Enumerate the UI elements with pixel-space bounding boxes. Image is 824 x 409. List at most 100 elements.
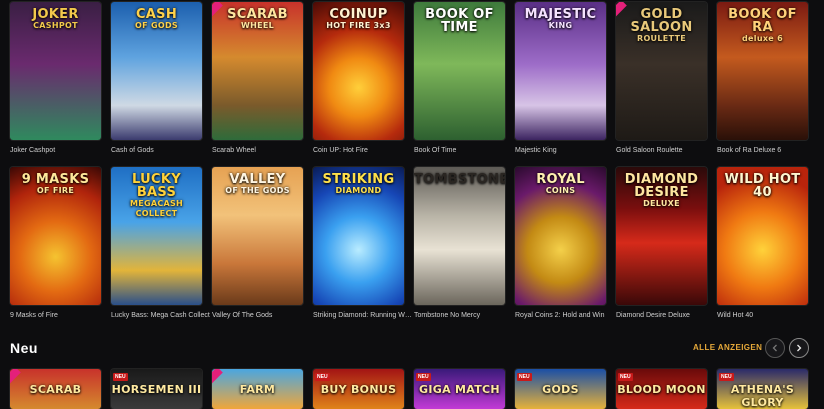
game-tile[interactable]: MAJESTIC KING Majestic King <box>515 2 606 155</box>
game-tile[interactable]: WILD HOT 40 Wild Hot 40 <box>717 167 808 320</box>
new-game-tile[interactable]: FARM <box>212 369 303 409</box>
game-logo-title: BOOK OF RA <box>728 7 797 35</box>
game-title[interactable]: Cash of Gods <box>111 146 211 155</box>
game-logo-title: GODS <box>542 383 579 396</box>
game-title[interactable]: Lucky Bass: Mega Cash Collect <box>111 311 211 320</box>
carousel-next-button[interactable] <box>789 338 809 358</box>
game-logo-subtitle: HOT FIRE 3x3 <box>326 21 391 30</box>
game-title[interactable]: Book of Ra Deluxe 6 <box>717 146 817 155</box>
game-tile[interactable]: BOOK OF TIME Book Of Time <box>414 2 505 155</box>
game-thumbnail[interactable]: BUY BONUS NEU <box>313 369 404 409</box>
game-title[interactable]: Wild Hot 40 <box>717 311 817 320</box>
game-title[interactable]: Majestic King <box>515 146 615 155</box>
game-thumbnail[interactable]: GODS NEU <box>515 369 606 409</box>
game-logo: SCARAB WHEEL <box>212 8 303 31</box>
game-thumbnail[interactable]: WILD HOT 40 <box>717 167 808 305</box>
game-thumbnail[interactable]: SCARAB WHEEL <box>212 2 303 140</box>
game-thumbnail[interactable]: ATHENA'S GLORY NEU <box>717 369 808 409</box>
game-logo: BOOK OF RA deluxe 6 <box>717 8 808 44</box>
game-logo-title: LUCKY BASS <box>132 172 181 200</box>
game-thumbnail[interactable]: BLOOD MOON NEU <box>616 369 707 409</box>
carousel-prev-button[interactable] <box>765 338 785 358</box>
game-logo-title: DIAMOND DESIRE <box>624 172 699 200</box>
game-logo-title: STRIKING <box>322 172 395 187</box>
game-title[interactable]: Book Of Time <box>414 146 514 155</box>
game-tile[interactable]: JOKER CASHPOT Joker Cashpot <box>10 2 101 155</box>
game-tile[interactable]: VALLEY OF THE GODS Valley Of The Gods <box>212 167 303 320</box>
game-logo: MAJESTIC KING <box>515 8 606 31</box>
game-tile[interactable]: GOLD SALOON ROULETTE Gold Saloon Roulette <box>616 2 707 155</box>
game-logo: 9 MASKS OF FIRE <box>10 173 101 196</box>
new-game-tile[interactable]: GODS NEU <box>515 369 606 409</box>
chevron-right-icon <box>797 344 802 352</box>
game-thumbnail[interactable]: GOLD SALOON ROULETTE <box>616 2 707 140</box>
game-thumbnail[interactable]: BOOK OF TIME <box>414 2 505 140</box>
game-thumbnail[interactable]: ROYAL COINS <box>515 167 606 305</box>
game-thumbnail[interactable]: BOOK OF RA deluxe 6 <box>717 2 808 140</box>
game-logo: GODS <box>515 383 606 396</box>
game-title[interactable]: Valley Of The Gods <box>212 311 312 320</box>
new-badge: NEU <box>618 373 633 381</box>
game-logo-subtitle: COINS <box>545 186 576 195</box>
new-badge: NEU <box>315 373 330 381</box>
game-logo-title: 9 MASKS <box>21 172 90 187</box>
game-thumbnail[interactable]: GIGA MATCH NEU <box>414 369 505 409</box>
game-thumbnail[interactable]: STRIKING DIAMOND <box>313 167 404 305</box>
game-logo-title: FARM <box>239 383 276 396</box>
game-tile[interactable]: ROYAL COINS Royal Coins 2: Hold and Win <box>515 167 606 320</box>
game-logo: GOLD SALOON ROULETTE <box>616 8 707 44</box>
new-game-tile[interactable]: ATHENA'S GLORY NEU <box>717 369 808 409</box>
game-tile[interactable]: TOMBSTONE Tombstone No Mercy <box>414 167 505 320</box>
game-tile[interactable]: 9 MASKS OF FIRE 9 Masks of Fire <box>10 167 101 320</box>
game-thumbnail[interactable]: JOKER CASHPOT <box>10 2 101 140</box>
new-game-tile[interactable]: HORSEMEN III NEU <box>111 369 202 409</box>
game-tile[interactable]: LUCKY BASS MEGACASH COLLECT Lucky Bass: Me… <box>111 167 210 320</box>
game-logo-title: BLOOD MOON <box>617 383 706 396</box>
game-thumbnail[interactable]: TOMBSTONE <box>414 167 505 305</box>
game-logo-title: BUY BONUS <box>320 383 397 396</box>
game-tile[interactable]: DIAMOND DESIRE DELUXE Diamond Desire Delux… <box>616 167 707 320</box>
game-tile[interactable]: BOOK OF RA deluxe 6 Book of Ra Deluxe 6 <box>717 2 808 155</box>
game-logo: WILD HOT 40 <box>717 173 808 199</box>
new-game-tile[interactable]: SCARAB <box>10 369 101 409</box>
show-all-link[interactable]: ALLE ANZEIGEN <box>693 343 762 352</box>
game-thumbnail[interactable]: MAJESTIC KING <box>515 2 606 140</box>
new-game-tile[interactable]: GIGA MATCH NEU <box>414 369 505 409</box>
game-logo: BUY BONUS <box>313 383 404 396</box>
game-tile[interactable]: STRIKING DIAMOND Striking Diamond: Running… <box>313 167 413 320</box>
game-logo-title: WILD HOT 40 <box>724 172 801 200</box>
game-logo-title: CASH <box>135 7 178 22</box>
game-thumbnail[interactable]: HORSEMEN III NEU <box>111 369 202 409</box>
game-thumbnail[interactable]: FARM <box>212 369 303 409</box>
game-title[interactable]: Diamond Desire Deluxe <box>616 311 716 320</box>
game-title[interactable]: Striking Diamond: Running Wins <box>313 311 413 320</box>
new-badge: NEU <box>416 373 431 381</box>
game-title[interactable]: Scarab Wheel <box>212 146 312 155</box>
game-thumbnail[interactable]: SCARAB <box>10 369 101 409</box>
game-tile[interactable]: CASH OF GODS Cash of Gods <box>111 2 202 155</box>
section-title-new: Neu <box>10 340 38 356</box>
game-thumbnail[interactable]: CASH OF GODS <box>111 2 202 140</box>
game-title[interactable]: Gold Saloon Roulette <box>616 146 716 155</box>
game-logo-title: TOMBSTONE <box>414 172 505 187</box>
game-logo-title: MAJESTIC <box>524 7 597 22</box>
game-thumbnail[interactable]: DIAMOND DESIRE DELUXE <box>616 167 707 305</box>
new-game-tile[interactable]: BUY BONUS NEU <box>313 369 404 409</box>
game-title[interactable]: Joker Cashpot <box>10 146 110 155</box>
game-title[interactable]: 9 Masks of Fire <box>10 311 110 320</box>
game-logo: HORSEMEN III <box>111 383 202 396</box>
game-tile[interactable]: COINUP HOT FIRE 3x3 Coin UP: Hot Fire <box>313 2 404 155</box>
game-logo: FARM <box>212 383 303 396</box>
game-title[interactable]: Royal Coins 2: Hold and Win <box>515 311 615 320</box>
game-logo: BLOOD MOON <box>616 383 707 396</box>
game-thumbnail[interactable]: COINUP HOT FIRE 3x3 <box>313 2 404 140</box>
game-thumbnail[interactable]: LUCKY BASS MEGACASH COLLECT <box>111 167 202 305</box>
game-logo-subtitle: MEGACASH COLLECT <box>129 199 184 218</box>
game-title[interactable]: Tombstone No Mercy <box>414 311 514 320</box>
game-tile[interactable]: SCARAB WHEEL Scarab Wheel <box>212 2 303 155</box>
new-game-tile[interactable]: BLOOD MOON NEU <box>616 369 707 409</box>
game-thumbnail[interactable]: VALLEY OF THE GODS <box>212 167 303 305</box>
game-thumbnail[interactable]: 9 MASKS OF FIRE <box>10 167 101 305</box>
game-title[interactable]: Coin UP: Hot Fire <box>313 146 413 155</box>
game-logo: BOOK OF TIME <box>414 8 505 34</box>
